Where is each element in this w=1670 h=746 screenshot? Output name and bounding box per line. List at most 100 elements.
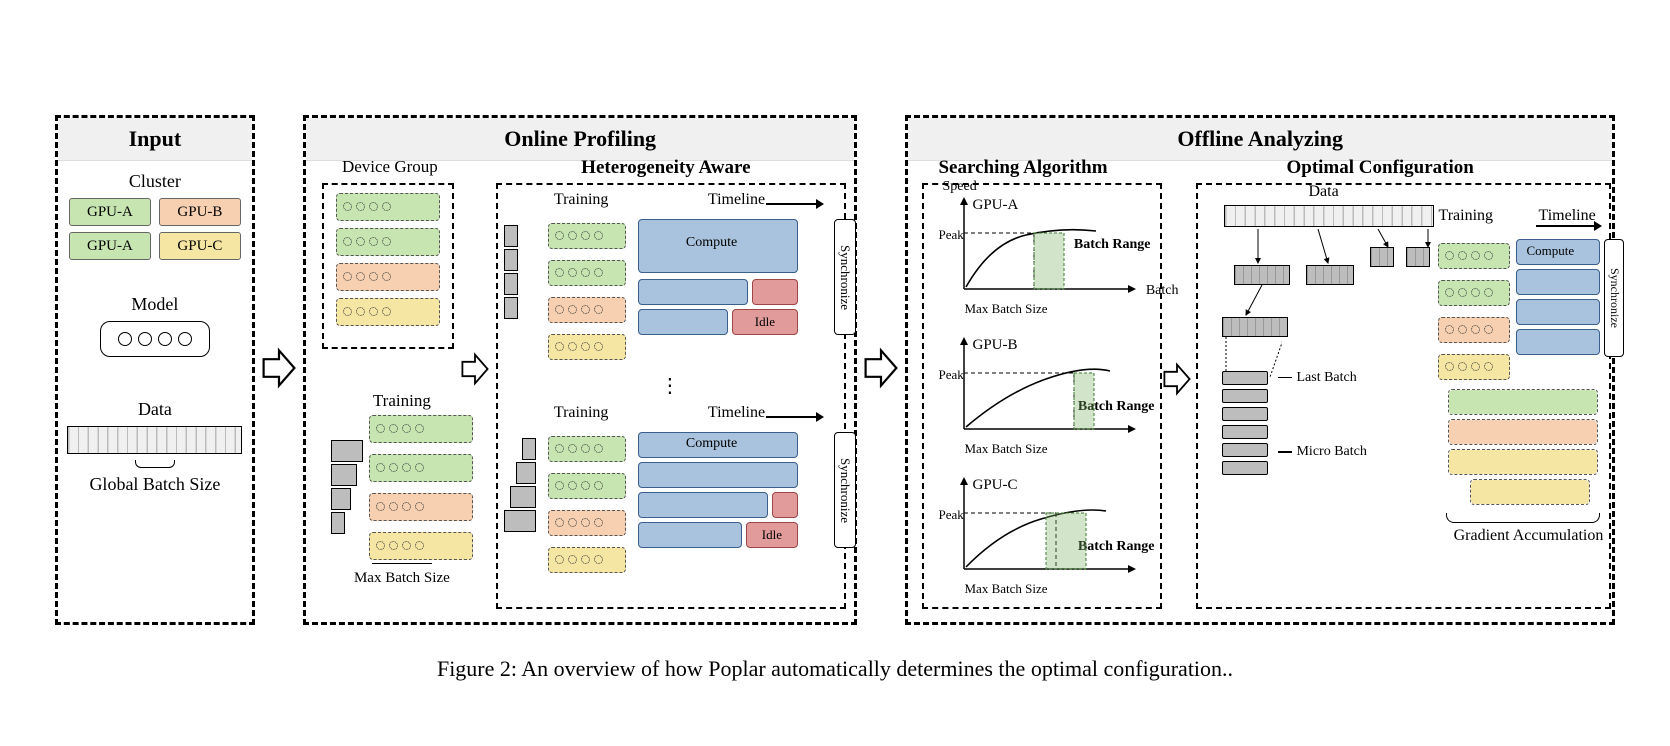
input-panel-body: Cluster GPU-A GPU-A GPU-B GPU-C Model Da…: [58, 161, 252, 499]
compute-label: Compute: [686, 436, 737, 452]
data-label: Data: [138, 399, 172, 420]
micro-batch-icon: [1222, 443, 1268, 457]
offline-panel-title: Offline Analyzing: [908, 118, 1612, 161]
training-label: Training: [373, 391, 431, 411]
micro-batch-icon: [1222, 461, 1268, 475]
cluster-label: Cluster: [129, 171, 181, 192]
model-capsule-icon: [100, 321, 210, 357]
ga-row-gpu-a: [1448, 389, 1598, 415]
device-row-gpu-a: [1438, 243, 1510, 269]
global-batch-label: Global Batch Size: [89, 474, 220, 495]
arrow-icon: [1162, 361, 1192, 397]
idle-block: Idle: [732, 309, 798, 335]
data-bar-icon: [1224, 205, 1434, 227]
arrow-icon: [863, 346, 899, 395]
data-split-icon: [1306, 265, 1354, 285]
device-group-label: Device Group: [330, 157, 450, 177]
xlabel: Batch: [1146, 283, 1179, 299]
model-label: Model: [131, 294, 178, 315]
data-label: Data: [1308, 183, 1338, 201]
searching-algorithm-label: Searching Algorithm: [938, 157, 1107, 179]
gradient-accumulation-stack: [1448, 389, 1598, 509]
micro-batch-labels: Last Batch Micro Batch: [1278, 367, 1366, 464]
compute-label: Compute: [1526, 243, 1574, 259]
device-row-gpu-a: [548, 473, 626, 499]
device-group-box: [322, 183, 454, 349]
gpu-c-pill: GPU-C: [159, 232, 241, 260]
data-split-icon: [1222, 317, 1288, 337]
device-row-gpu-b: [369, 493, 473, 521]
speed-plot-gpu-b: GPU-B Peak Max Batch Size Batch Range: [946, 333, 1146, 445]
micro-batch-icon: [1222, 371, 1268, 385]
arrow-icon: [261, 346, 297, 395]
input-panel: Input Cluster GPU-A GPU-A GPU-B GPU-C Mo…: [55, 115, 255, 625]
micro-batch-icon: [1222, 407, 1268, 421]
training-label: Training: [554, 404, 609, 422]
compute-label: Compute: [686, 235, 737, 251]
online-profiling-panel: Online Profiling Device Group Training: [303, 115, 858, 625]
optimal-configuration-box: Data: [1196, 183, 1611, 609]
idle-label: Idle: [755, 314, 775, 330]
device-row-gpu-c: [369, 532, 473, 560]
device-row-gpu-b: [548, 510, 626, 536]
timeline-compute-icon: Compute Idle Synchronize: [638, 432, 834, 548]
figure-stage: Input Cluster GPU-A GPU-A GPU-B GPU-C Mo…: [55, 115, 1615, 625]
heterogeneity-aware-box: Training Timeline Compute: [496, 183, 846, 609]
heterogeneity-aware-label: Heterogeneity Aware: [516, 157, 816, 179]
arrow-icon: [460, 351, 490, 387]
speed-plot-gpu-a: Speed GPU-A Peak Batch Max Batch Size Ba…: [946, 193, 1146, 305]
ha-example-1: Training Timeline Compute: [498, 189, 844, 369]
idle-block: [772, 492, 798, 518]
batch-stairs-icon: [331, 440, 363, 534]
idle-label: Idle: [762, 527, 782, 543]
offline-analyzing-panel: Offline Analyzing Searching Algorithm Sp…: [905, 115, 1615, 625]
device-row-gpu-c: [1438, 354, 1510, 380]
brace-icon: [372, 563, 432, 564]
timeline-label: Timeline: [1538, 207, 1595, 225]
figure-caption: Figure 2: An overview of how Poplar auto…: [437, 656, 1233, 682]
synchronize-label: Synchronize: [834, 219, 856, 335]
training-label: Training: [554, 191, 609, 209]
batch-stairs-icon: [504, 438, 536, 532]
batch-stairs-icon: [504, 225, 518, 319]
optimal-configuration-label: Optimal Configuration: [1286, 157, 1473, 179]
micro-batch-label: Micro Batch: [1296, 444, 1366, 459]
input-panel-title: Input: [58, 118, 252, 161]
online-panel-title: Online Profiling: [306, 118, 855, 161]
gpu-b-pill: GPU-B: [159, 198, 241, 226]
device-row-gpu-a: [336, 228, 440, 256]
device-row-gpu-a: [548, 223, 626, 249]
device-row-gpu-c: [336, 298, 440, 326]
device-row-gpu-a: [548, 436, 626, 462]
micro-batch-stack: [1222, 371, 1268, 475]
idle-block: [752, 279, 798, 305]
idle-block: Idle: [746, 522, 798, 548]
ga-row-gpu-c-small: [1470, 479, 1590, 505]
timeline-label: Timeline: [708, 404, 765, 422]
offline-panel-body: Searching Algorithm Speed GPU-A Peak Bat…: [908, 161, 1612, 623]
timeline-label: Timeline: [708, 191, 765, 209]
device-row-gpu-c: [548, 547, 626, 573]
gpu-a-pill: GPU-A: [69, 198, 151, 226]
searching-algorithm-box: Speed GPU-A Peak Batch Max Batch Size Ba…: [922, 183, 1162, 609]
online-panel-body: Device Group Training: [306, 161, 855, 623]
micro-batch-icon: [1222, 425, 1268, 439]
data-split-icon: [1234, 265, 1290, 285]
device-row-gpu-a: [1438, 280, 1510, 306]
synchronize-label: Synchronize: [834, 432, 856, 548]
data-split-icon: [1370, 247, 1394, 267]
last-batch-label: Last Batch: [1296, 370, 1356, 385]
gpu-a-pill: GPU-A: [69, 232, 151, 260]
device-row-gpu-b: [548, 297, 626, 323]
cluster-grid: GPU-A GPU-A GPU-B GPU-C: [69, 198, 241, 260]
device-row-gpu-a: [369, 415, 473, 443]
training-box: Training Max Batch Size: [322, 391, 482, 559]
vertical-ellipsis-icon: ⋮: [660, 373, 682, 398]
device-row-gpu-b: [1438, 317, 1510, 343]
device-row-gpu-a: [369, 454, 473, 482]
gradient-accumulation-label: Gradient Accumulation: [1438, 527, 1618, 545]
speed-plot-gpu-c: GPU-C Peak Max Batch Size Batch Range: [946, 473, 1146, 585]
ga-row-gpu-b: [1448, 419, 1598, 445]
training-label: Training: [1438, 207, 1493, 225]
data-bar-icon: [67, 426, 242, 454]
